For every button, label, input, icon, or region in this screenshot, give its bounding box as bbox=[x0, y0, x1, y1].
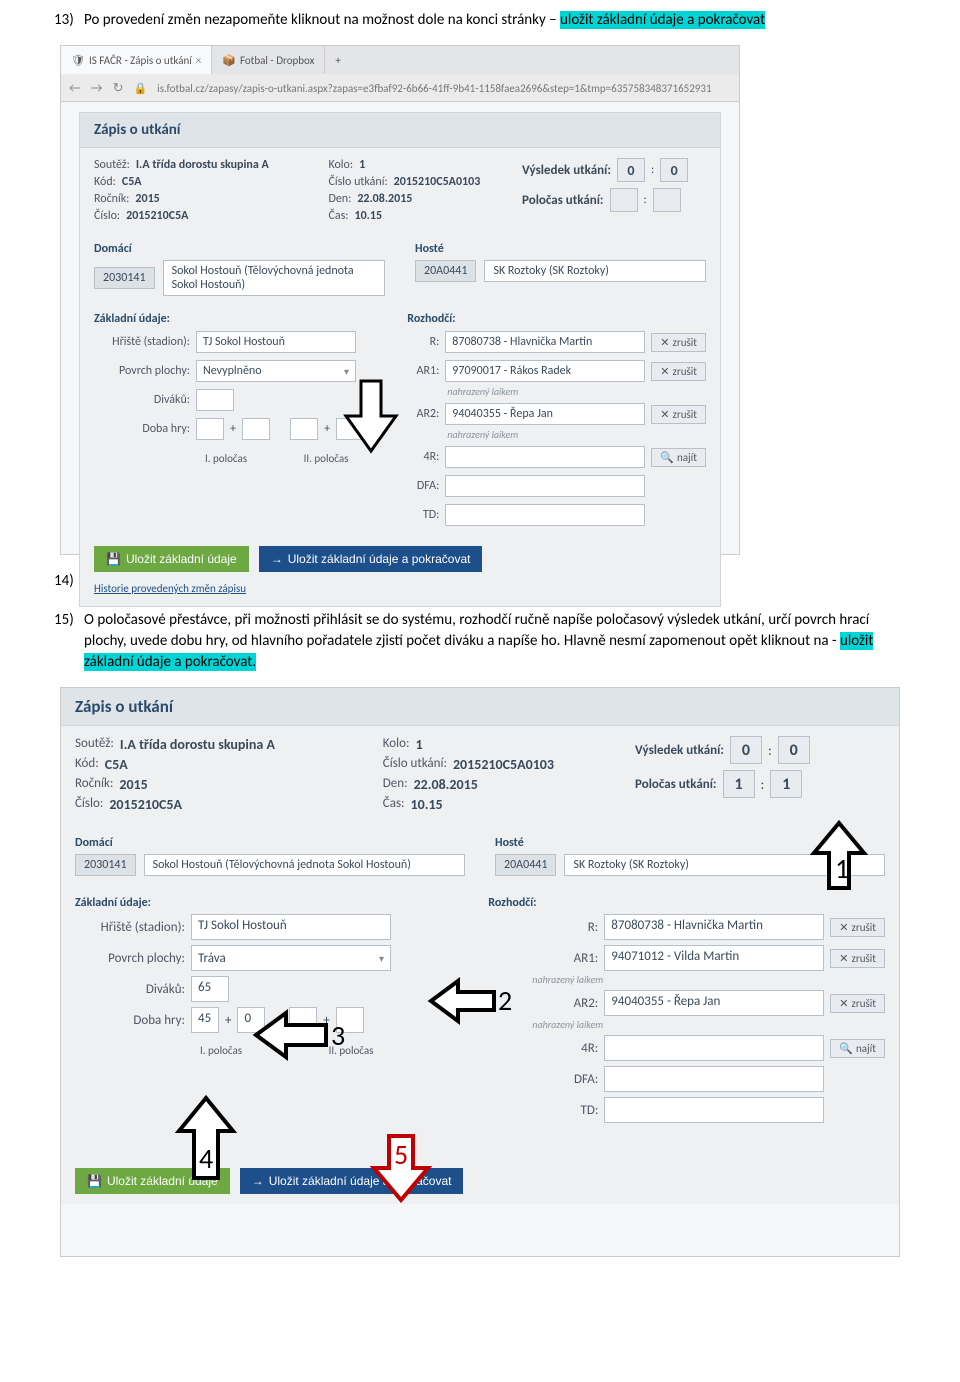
url-text: is.fotbal.cz/zapasy/zapis-o-utkani.aspx?… bbox=[157, 82, 711, 95]
time-2a[interactable] bbox=[290, 418, 318, 440]
ref-dfa[interactable] bbox=[445, 475, 645, 497]
ref-td[interactable] bbox=[445, 504, 645, 526]
num-13: 13) bbox=[54, 10, 84, 31]
tab[interactable]: 📦 Fotbal - Dropbox bbox=[212, 46, 325, 74]
spectators-input[interactable] bbox=[196, 389, 234, 411]
screenshot-1: 🛡 IS FAČR - Zápis o utkání × 📦 Fotbal - … bbox=[60, 45, 740, 555]
score-away[interactable]: 0 bbox=[660, 158, 688, 182]
new-tab[interactable]: + bbox=[325, 46, 350, 74]
ref-4r[interactable] bbox=[604, 1035, 824, 1061]
cancel-ar1[interactable]: ✕ zrušit bbox=[651, 362, 706, 381]
cancel-r[interactable]: ✕ zrušit bbox=[830, 918, 885, 937]
cancel-r[interactable]: ✕ zrušit bbox=[651, 333, 706, 352]
forward-icon[interactable]: → bbox=[91, 81, 103, 96]
screenshot-2: Zápis o utkání Soutěž:I.A třída dorostu … bbox=[60, 687, 900, 1257]
score-away[interactable]: 0 bbox=[778, 736, 810, 764]
reload-icon[interactable]: ↻ bbox=[113, 81, 124, 96]
find-4r[interactable]: 🔍 najít bbox=[830, 1039, 885, 1058]
stadium-input[interactable]: TJ Sokol Hostouň bbox=[191, 914, 391, 940]
lock-icon: 🔒 bbox=[133, 82, 147, 95]
back-icon[interactable]: ← bbox=[69, 81, 81, 96]
instruction-13: 13)Po provedení změn nezapomeňte kliknou… bbox=[0, 0, 960, 39]
ref-td[interactable] bbox=[604, 1097, 824, 1123]
highlight-13: uložit základní údaje a pokračovat bbox=[560, 11, 765, 29]
score-home[interactable]: 0 bbox=[730, 736, 762, 764]
browser-chrome: 🛡 IS FAČR - Zápis o utkání × 📦 Fotbal - … bbox=[61, 46, 739, 102]
svg-text:1: 1 bbox=[835, 851, 849, 886]
tab-active[interactable]: 🛡 IS FAČR - Zápis o utkání × bbox=[61, 46, 212, 74]
ref-ar2[interactable]: 94040355 - Řepa Jan bbox=[604, 990, 824, 1016]
chevron-down-icon: ▾ bbox=[379, 952, 384, 965]
ref-ar2[interactable]: 94040355 - Řepa Jan bbox=[445, 403, 645, 425]
save-continue-button[interactable]: → Uložit základní údaje a pokračovat bbox=[259, 546, 483, 572]
find-4r[interactable]: 🔍 najít bbox=[651, 448, 706, 467]
time-1a[interactable] bbox=[196, 418, 224, 440]
cancel-ar2[interactable]: ✕ zrušit bbox=[651, 405, 706, 424]
time-1b[interactable] bbox=[242, 418, 270, 440]
svg-text:3: 3 bbox=[331, 1018, 345, 1053]
score-home[interactable]: 0 bbox=[617, 158, 645, 182]
half-home[interactable]: 1 bbox=[723, 770, 755, 798]
ref-ar1[interactable]: 94071012 - Vilda Martin bbox=[604, 945, 824, 971]
home-name: Sokol Hostouň (Tělovýchovná jednota Soko… bbox=[163, 260, 385, 296]
arrow-4: 4 bbox=[171, 1093, 241, 1203]
ref-4r[interactable] bbox=[445, 446, 645, 468]
svg-text:4: 4 bbox=[199, 1141, 213, 1176]
surface-select[interactable]: Nevyplněno▾ bbox=[196, 360, 356, 382]
ref-dfa[interactable] bbox=[604, 1066, 824, 1092]
spectators-input[interactable]: 65 bbox=[191, 976, 229, 1002]
half-away[interactable]: 1 bbox=[770, 770, 802, 798]
history-link[interactable]: Historie provedených změn zápisu bbox=[94, 582, 246, 595]
save-button[interactable]: 💾 Uložit základní údaje bbox=[94, 546, 249, 572]
cancel-ar1[interactable]: ✕ zrušit bbox=[830, 949, 885, 968]
favicon: 📦 bbox=[222, 54, 236, 67]
svg-text:5: 5 bbox=[394, 1137, 408, 1172]
arrow-5: 5 bbox=[366, 1128, 436, 1208]
home-id: 2030141 bbox=[94, 267, 155, 289]
ref-r[interactable]: 87080738 - Hlavnička Martin bbox=[445, 331, 645, 353]
arrow-1: 1 bbox=[809, 818, 869, 908]
panel-title: Zápis o utkání bbox=[80, 113, 720, 148]
away-name: SK Roztoky (SK Roztoky) bbox=[484, 260, 706, 282]
time-1a[interactable]: 45 bbox=[191, 1007, 219, 1033]
close-icon[interactable]: × bbox=[196, 54, 201, 67]
panel-title: Zápis o utkání bbox=[61, 688, 899, 726]
ref-ar1[interactable]: 97090017 - Rákos Radek bbox=[445, 360, 645, 382]
arrow-3: 3 bbox=[251, 1008, 351, 1063]
away-id: 20A0441 bbox=[415, 260, 476, 282]
half-home[interactable] bbox=[610, 188, 638, 212]
ref-r[interactable]: 87080738 - Hlavnička Martin bbox=[604, 914, 824, 940]
surface-select[interactable]: Tráva▾ bbox=[191, 945, 391, 971]
stadium-input[interactable]: TJ Sokol Hostouň bbox=[196, 331, 356, 353]
svg-text:2: 2 bbox=[498, 983, 512, 1018]
favicon: 🛡 bbox=[71, 54, 85, 67]
arrow-2: 2 bbox=[426, 976, 516, 1026]
match-panel: Zápis o utkání Soutěž:I.A třída dorostu … bbox=[79, 112, 721, 607]
cancel-ar2[interactable]: ✕ zrušit bbox=[830, 994, 885, 1013]
arrow-down-icon bbox=[341, 376, 401, 456]
half-away[interactable] bbox=[653, 188, 681, 212]
